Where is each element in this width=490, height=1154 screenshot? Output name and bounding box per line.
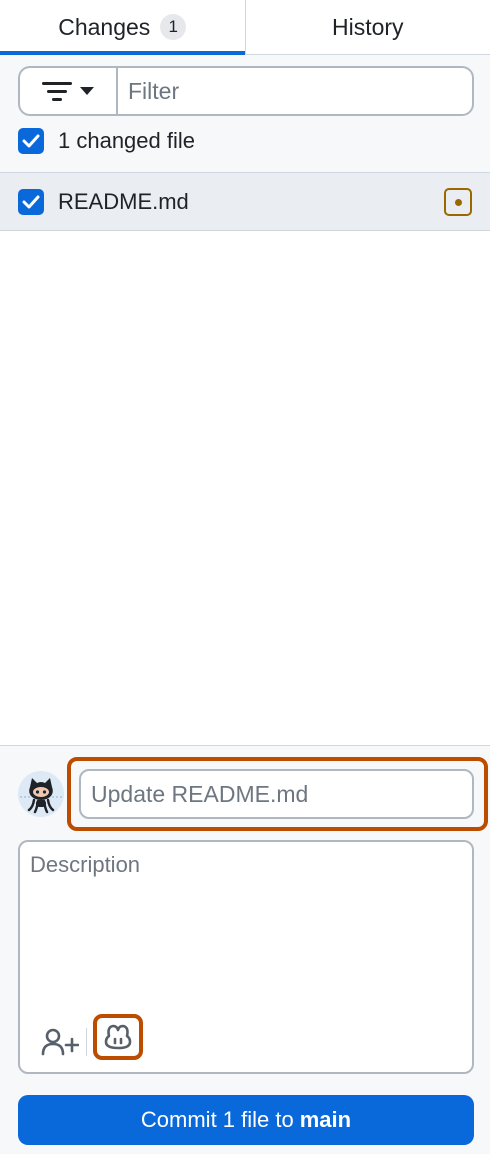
octocat-icon <box>18 771 64 817</box>
toolbar-divider <box>86 1028 87 1056</box>
tab-history[interactable]: History <box>246 0 490 54</box>
file-list-empty-space <box>0 232 490 745</box>
commit-button[interactable]: Commit 1 file to main <box>18 1095 474 1145</box>
person-add-icon <box>41 1028 79 1056</box>
file-modified-icon <box>444 188 472 216</box>
filter-options-button[interactable] <box>18 66 116 116</box>
file-list-item[interactable]: README.md <box>0 173 490 231</box>
commit-message-area: Commit 1 file to main <box>0 745 490 1154</box>
check-icon <box>22 195 40 208</box>
copilot-icon <box>104 1024 132 1050</box>
changes-toolbar: 1 changed file <box>0 55 490 173</box>
commit-button-label: Commit 1 file to <box>140 1107 294 1132</box>
tab-bar: Changes 1 History <box>0 0 490 55</box>
filter-icon <box>42 82 72 101</box>
caret-down-icon <box>80 86 94 95</box>
file-name: README.md <box>58 188 189 214</box>
commit-summary-input[interactable] <box>79 769 474 819</box>
tab-history-label: History <box>331 13 404 40</box>
commit-branch-name: main <box>299 1107 352 1132</box>
check-icon <box>22 134 40 148</box>
avatar <box>18 771 64 817</box>
copilot-button[interactable] <box>93 1014 143 1060</box>
commit-description-box <box>18 840 474 1074</box>
select-all-checkbox[interactable] <box>18 128 44 154</box>
add-coauthor-button[interactable] <box>38 1022 82 1062</box>
tab-changes[interactable]: Changes 1 <box>0 0 246 55</box>
tab-changes-label: Changes <box>58 13 151 40</box>
select-all-row: 1 changed file <box>18 128 195 154</box>
commit-description-input[interactable] <box>30 852 460 1002</box>
changed-files-count: 1 changed file <box>58 128 195 153</box>
file-checkbox[interactable] <box>18 188 44 215</box>
filter-input[interactable] <box>116 66 474 116</box>
changes-count-badge: 1 <box>160 14 187 40</box>
filter-row <box>18 66 474 116</box>
